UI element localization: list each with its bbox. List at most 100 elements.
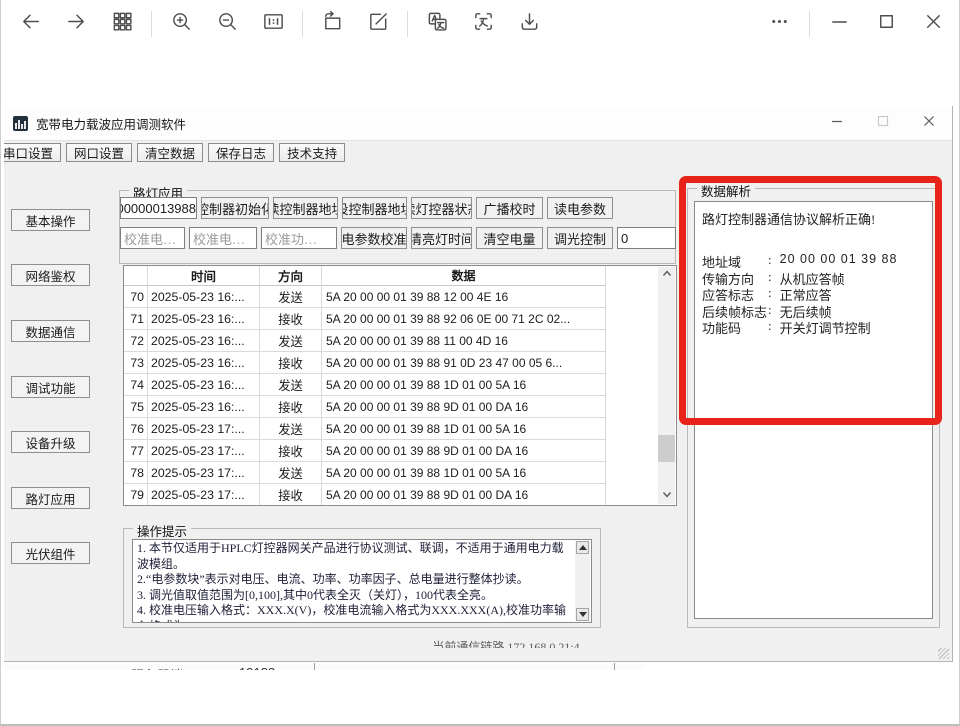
table-row[interactable]: 70 2025-05-23 16:... 发送 5A 20 00 00 01 3… xyxy=(124,286,676,308)
scrollbar-thumb[interactable] xyxy=(658,435,675,462)
input-placeholder: 校准电… xyxy=(190,229,245,248)
controller-address-input[interactable]: 200000013988 xyxy=(120,197,197,219)
row-direction: 接收 xyxy=(260,352,322,374)
row-time: 2025-05-23 16:... xyxy=(148,330,260,352)
scroll-down-button[interactable] xyxy=(658,487,675,504)
scroll-up-button[interactable] xyxy=(576,541,589,554)
translate-icon xyxy=(426,10,449,38)
row-time: 2025-05-23 17:... xyxy=(148,418,260,440)
app-minimize-button[interactable] xyxy=(814,106,860,140)
table-row[interactable]: 74 2025-05-23 16:... 发送 5A 20 00 00 01 3… xyxy=(124,374,676,396)
row-direction: 接收 xyxy=(260,440,322,462)
sidebar-button[interactable]: 路灯应用 xyxy=(11,487,90,509)
tip-line: 3. 调光值取值范围为[0,100],其中0代表全灭（关灯），100代表全亮。 xyxy=(137,588,587,604)
viewer-window-controls xyxy=(756,4,959,44)
menu-button[interactable]: 网口设置 xyxy=(66,143,132,162)
sidebar-button[interactable]: 光伏组件 xyxy=(11,542,90,564)
app-maximize-button[interactable] xyxy=(860,106,906,140)
table-scrollbar[interactable] xyxy=(658,267,675,504)
lamp-action-button[interactable]: 读灯控器状态 xyxy=(411,197,472,219)
viewer-maximize-button[interactable] xyxy=(863,4,910,44)
row-data: 5A 20 00 00 01 39 88 9D 01 00 DA 16 xyxy=(322,396,606,418)
row-time: 2025-05-23 17:... xyxy=(148,440,260,462)
table-row[interactable]: 75 2025-05-23 16:... 接收 5A 20 00 00 01 3… xyxy=(124,396,676,418)
sidebar-button[interactable]: 调试功能 xyxy=(11,376,90,398)
parse-field: 应答标志:正常应答 xyxy=(702,285,925,302)
lamp-action-button[interactable]: 控制器初始化 xyxy=(201,197,269,219)
zoom-in-button[interactable] xyxy=(158,4,204,44)
rotate-button[interactable] xyxy=(309,4,355,44)
tips-scrollbar[interactable] xyxy=(575,541,590,621)
table-row[interactable]: 78 2025-05-23 17:... 发送 5A 20 00 00 01 3… xyxy=(124,462,676,484)
row-direction: 发送 xyxy=(260,374,322,396)
table-row[interactable]: 79 2025-05-23 17:... 接收 5A 20 00 00 01 3… xyxy=(124,484,676,506)
menu-button[interactable]: 串口设置 xyxy=(4,143,61,162)
parse-field-colon: : xyxy=(768,285,772,302)
row-time: 2025-05-23 16:... xyxy=(148,308,260,330)
rotate-icon xyxy=(321,10,344,38)
minimize-icon xyxy=(828,10,851,38)
menu-button[interactable]: 清空数据 xyxy=(137,143,203,162)
row-time: 2025-05-23 17:... xyxy=(148,484,260,506)
table-row[interactable]: 76 2025-05-23 17:... 发送 5A 20 00 00 01 3… xyxy=(124,418,676,440)
back-button[interactable] xyxy=(7,4,53,44)
menu-button[interactable]: 技术支持 xyxy=(279,143,345,162)
row-data: 5A 20 00 00 01 39 88 1D 01 00 5A 16 xyxy=(322,374,606,396)
download-icon xyxy=(518,10,541,38)
app-close-button[interactable] xyxy=(906,106,952,140)
clipped-bottom-row: 服务器端口 19188 xyxy=(4,663,644,670)
lamp-action-button[interactable]: 清亮灯时间 xyxy=(411,227,472,249)
table-row[interactable]: 72 2025-05-23 16:... 发送 5A 20 00 00 01 3… xyxy=(124,330,676,352)
row-number: 77 xyxy=(124,440,148,462)
edit-button[interactable] xyxy=(355,4,401,44)
resize-grip[interactable] xyxy=(938,648,949,659)
lamp-action-button[interactable]: 清空电量 xyxy=(476,227,543,249)
translate-button[interactable] xyxy=(414,4,460,44)
forward-button[interactable] xyxy=(53,4,99,44)
row-direction: 接收 xyxy=(260,308,322,330)
triangle-up-icon xyxy=(579,545,587,550)
dim-value-input[interactable]: 0 xyxy=(617,227,676,249)
actual-size-button[interactable] xyxy=(250,4,296,44)
row-data: 5A 20 00 00 01 39 88 9D 01 00 DA 16 xyxy=(322,440,606,462)
sidebar-button[interactable]: 基本操作 xyxy=(11,209,90,231)
zoom-out-button[interactable] xyxy=(204,4,250,44)
ocr-text-button[interactable] xyxy=(460,4,506,44)
viewer-minimize-button[interactable] xyxy=(816,4,863,44)
calibration-input[interactable]: 校准电… xyxy=(120,227,185,249)
lamp-action-button[interactable]: 设控制器地址 xyxy=(342,197,407,219)
table-row[interactable]: 73 2025-05-23 16:... 接收 5A 20 00 00 01 3… xyxy=(124,352,676,374)
scroll-down-button[interactable] xyxy=(576,608,589,621)
scroll-up-button[interactable] xyxy=(658,267,675,284)
tips-textbox[interactable]: 1. 本节仅适用于HPLC灯控器网关产品进行协议测试、联调，不适用于通用电力载 … xyxy=(132,539,592,623)
lamp-action-button[interactable]: 广播校时 xyxy=(476,197,543,219)
menu-button[interactable]: 保存日志 xyxy=(208,143,274,162)
close-icon xyxy=(922,10,945,38)
row-time: 2025-05-23 16:... xyxy=(148,286,260,308)
close-icon xyxy=(920,112,938,135)
sidebar-button[interactable]: 设备升级 xyxy=(11,431,90,453)
lamp-action-button[interactable]: 电参数校准 xyxy=(341,227,407,249)
sidebar-button[interactable]: 网络鉴权 xyxy=(11,264,90,286)
calibration-input[interactable]: 校准功… xyxy=(261,227,337,249)
toolbar-separator xyxy=(302,11,303,37)
app-icon xyxy=(13,116,28,131)
tip-line: 入格式为XX.XXXX(KW) xyxy=(137,619,587,624)
row-time: 2025-05-23 16:... xyxy=(148,374,260,396)
parse-field-value: 从机应答帧 xyxy=(780,269,845,286)
row-direction: 发送 xyxy=(260,330,322,352)
viewer-close-button[interactable] xyxy=(910,4,957,44)
thumbnails-button[interactable] xyxy=(99,4,145,44)
more-options-button[interactable] xyxy=(756,4,803,44)
calibration-input[interactable]: 校准电… xyxy=(189,227,257,249)
sidebar-button[interactable]: 数据通信 xyxy=(11,320,90,342)
table-row[interactable]: 77 2025-05-23 17:... 接收 5A 20 00 00 01 3… xyxy=(124,440,676,462)
table-row[interactable]: 71 2025-05-23 16:... 接收 5A 20 00 00 01 3… xyxy=(124,308,676,330)
row-number: 75 xyxy=(124,396,148,418)
row-number: 79 xyxy=(124,484,148,506)
row-number: 71 xyxy=(124,308,148,330)
lamp-action-button[interactable]: 读控制器地址 xyxy=(273,197,338,219)
lamp-action-button[interactable]: 读电参数 xyxy=(547,197,613,219)
save-as-button[interactable] xyxy=(506,4,552,44)
lamp-action-button[interactable]: 调光控制 xyxy=(547,227,613,249)
